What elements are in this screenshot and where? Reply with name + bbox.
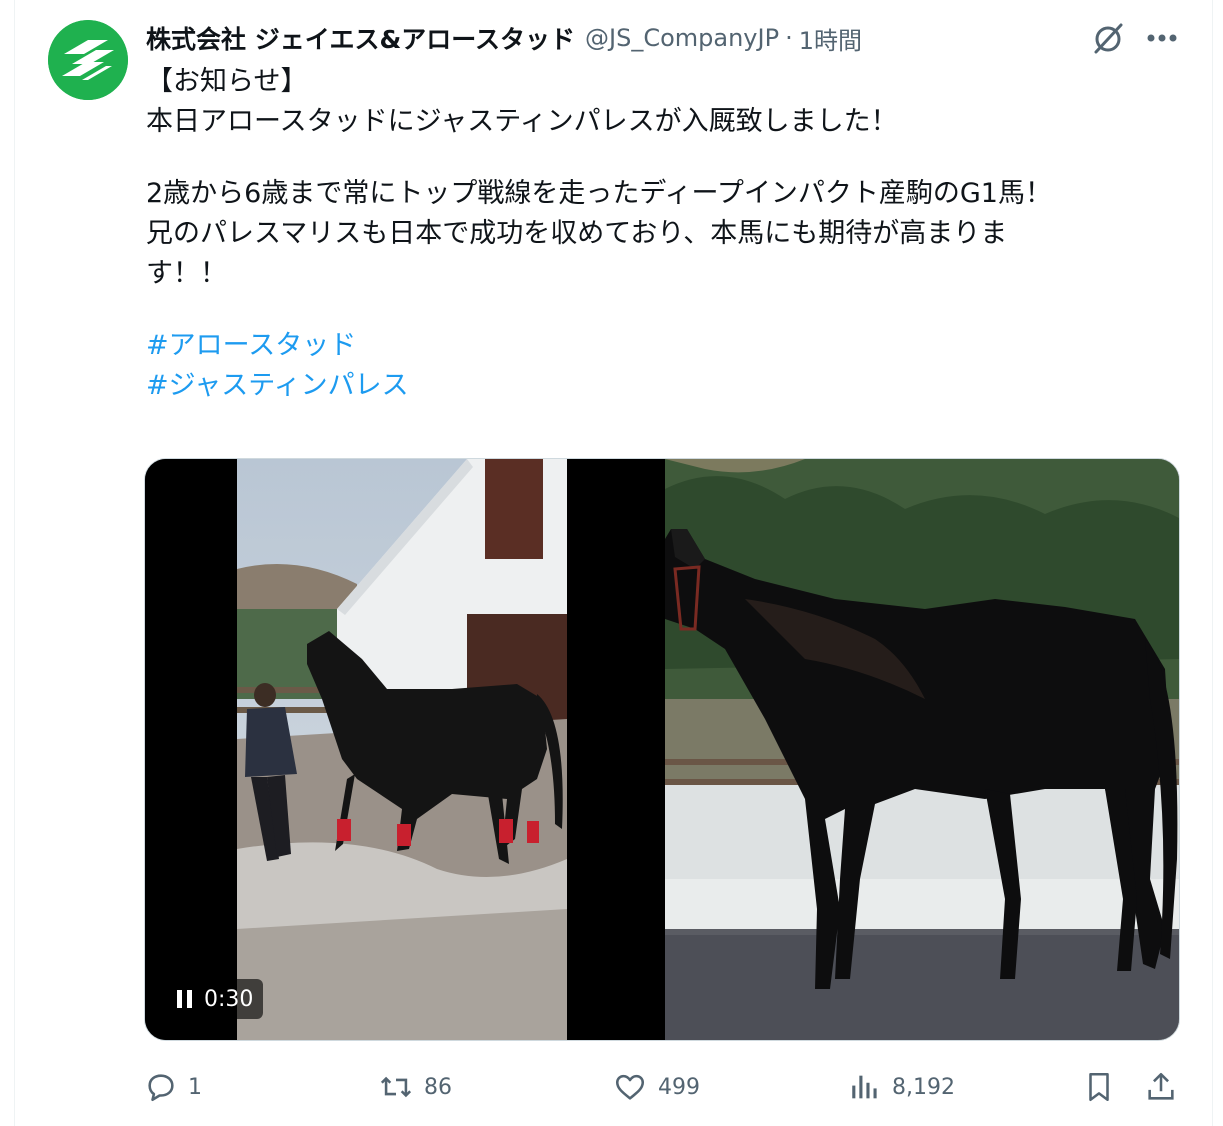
more-options-button[interactable] [1142, 18, 1182, 58]
video-duration: 0:30 [204, 986, 254, 1012]
hashtag-link[interactable]: #ジャスティンパレス [146, 366, 1176, 406]
share-button[interactable] [1144, 1062, 1178, 1112]
card-border-right [1212, 0, 1213, 1126]
media-grid: 0:30 [144, 458, 1180, 1041]
author-handle[interactable]: @JS_CompanyJP [585, 24, 779, 52]
repost-button[interactable]: 86 [378, 1062, 452, 1112]
like-button[interactable]: 499 [612, 1062, 700, 1112]
grok-icon [1094, 23, 1123, 54]
heart-icon [615, 1074, 645, 1100]
author-display-name[interactable]: 株式会社 ジェイエス&アロースタッド [146, 20, 575, 56]
grok-button[interactable] [1088, 18, 1128, 58]
reply-count: 1 [188, 1074, 202, 1100]
bookmark-icon [1089, 1072, 1109, 1102]
tweet-text-line: 【お知らせ】 [146, 66, 308, 97]
repost-icon [380, 1076, 412, 1098]
share-icon [1148, 1072, 1174, 1100]
like-count: 499 [658, 1074, 700, 1100]
tweet-text-line: す！！ [146, 258, 227, 289]
video-frame [237, 459, 567, 1040]
tweet-timestamp[interactable]: 1時間 [799, 21, 862, 56]
tweet-body: 【お知らせ】 本日アロースタッドにジャスティンパレスが入厩致しました！ 2歳から… [146, 62, 1176, 406]
views-button[interactable]: 8,192 [848, 1062, 955, 1112]
reply-icon [148, 1074, 174, 1102]
hashtag-link[interactable]: #アロースタッド [146, 326, 1176, 366]
action-bar: 1 86 499 8,192 [144, 1062, 1184, 1112]
card-border-left [14, 0, 15, 1126]
tweet-header: 株式会社 ジェイエス&アロースタッド @JS_CompanyJP · 1時間 [146, 17, 862, 59]
repost-count: 86 [424, 1074, 452, 1100]
tweet-text-line: 2歳から6歳まで常にトップ戦線を走ったディープインパクト産駒のG1馬！ [146, 178, 1052, 209]
views-icon [852, 1075, 877, 1099]
company-logo-icon [48, 20, 128, 100]
bookmark-button[interactable] [1082, 1062, 1116, 1112]
header-separator: · [785, 24, 793, 52]
video-controls: 0:30 [167, 979, 264, 1019]
photo[interactable] [665, 459, 1179, 1040]
avatar[interactable] [48, 20, 128, 100]
video-player[interactable]: 0:30 [145, 459, 662, 1040]
view-count: 8,192 [892, 1074, 955, 1100]
more-icon [1147, 34, 1177, 42]
tweet-text-line: 兄のパレスマリスも日本で成功を収めており、本馬にも期待が高まりま [146, 218, 1008, 249]
reply-button[interactable]: 1 [144, 1062, 202, 1112]
tweet-text-line: 本日アロースタッドにジャスティンパレスが入厩致しました！ [146, 106, 898, 137]
pause-icon[interactable] [177, 990, 192, 1008]
